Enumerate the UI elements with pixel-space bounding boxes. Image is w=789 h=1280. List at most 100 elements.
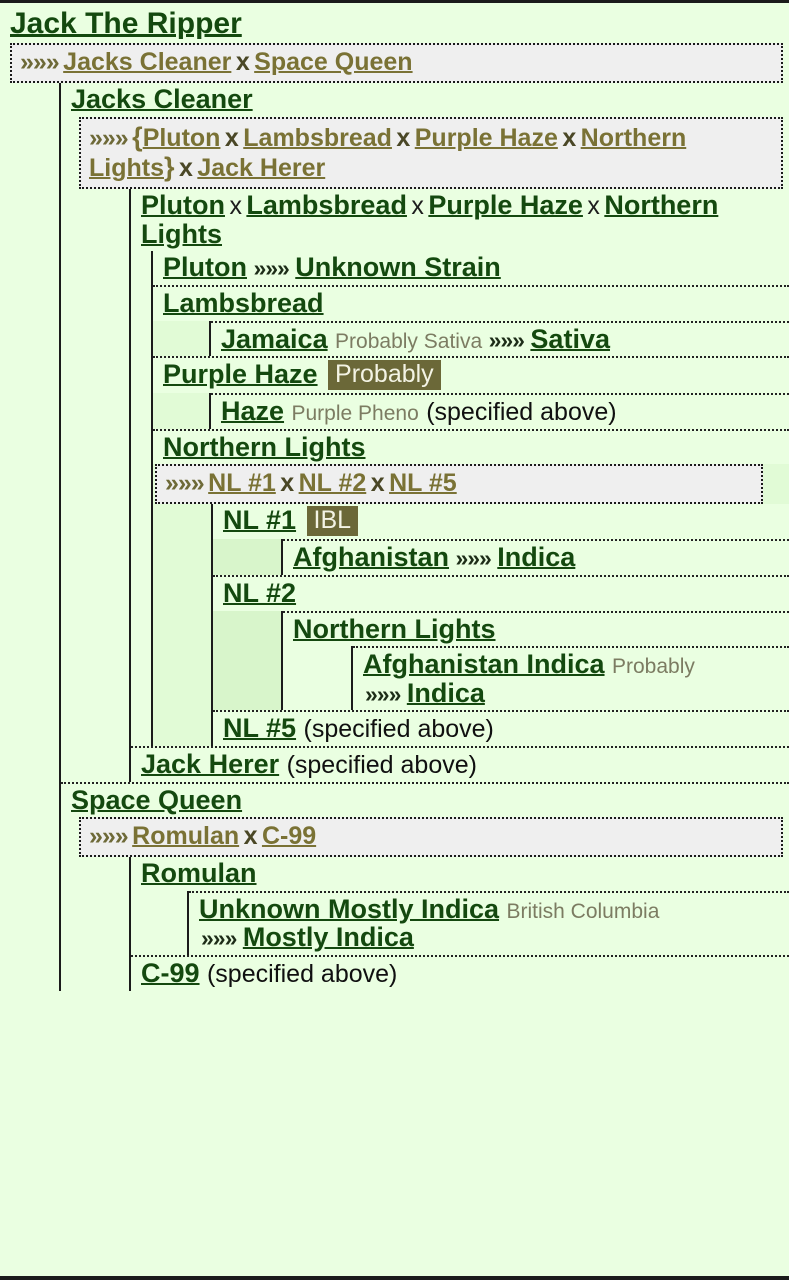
link-pluton-cross[interactable]: Pluton (143, 124, 221, 152)
title-space-queen: Space Queen (61, 781, 789, 818)
link-lambsbread-cross[interactable]: Lambsbread (243, 124, 392, 152)
cross-separator: x (587, 192, 600, 221)
cross-row-root: »»» Jacks Cleaner x Space Queen (10, 43, 783, 83)
node-pluton: Pluton »»» Unknown Strain (153, 251, 789, 285)
link-northern-lights[interactable]: Northern Lights (163, 432, 366, 462)
page-title: Jack The Ripper (0, 7, 789, 43)
title-northern-lights: Northern Lights (153, 428, 789, 465)
link-jamaica[interactable]: Jamaica (221, 324, 328, 354)
link-nl1[interactable]: NL #1 (223, 505, 296, 535)
link-purple-haze[interactable]: Purple Haze (428, 190, 583, 220)
title-lambsbread: Lambsbread (153, 284, 789, 321)
link-afghanistan[interactable]: Afghanistan (293, 542, 449, 572)
arrows-icon: »»» (201, 925, 237, 952)
children-of-space-queen: Romulan Unknown Mostly Indica British Co… (129, 857, 789, 991)
title-unknown-mostly-indica: Unknown Mostly Indica British Columbia »… (189, 890, 789, 956)
arrows-icon: »»» (89, 123, 129, 152)
link-jacks-cleaner-cross[interactable]: Jacks Cleaner (63, 48, 231, 76)
link-purple-haze[interactable]: Purple Haze (163, 359, 318, 389)
arrows-icon: »»» (488, 326, 525, 353)
link-purple-haze-cross[interactable]: Purple Haze (415, 124, 558, 152)
children-of-nl1: Afghanistan »»» Indica (281, 539, 789, 575)
children-of-nl2-northern-lights: Afghanistan Indica Probably »»» Indica (351, 646, 789, 711)
link-romulan-cross[interactable]: Romulan (132, 822, 239, 850)
link-c99[interactable]: C-99 (141, 958, 200, 988)
arrows-icon: »»» (20, 48, 60, 76)
specified-above-note: (specified above) (206, 960, 398, 989)
link-unknown-mostly-indica[interactable]: Unknown Mostly Indica (199, 894, 499, 924)
node-c99: C-99 (specified above) (131, 955, 789, 991)
arrows-icon: »»» (165, 469, 205, 498)
badge-ibl: IBL (306, 506, 359, 537)
link-indica[interactable]: Indica (497, 542, 575, 572)
cross-row-jacks-cleaner: »»» {Pluton x Lambsbread x Purple Haze x… (79, 116, 783, 190)
specified-above-note: (specified above) (286, 751, 477, 779)
cross-separator: x (178, 153, 193, 182)
children-of-romulan: Unknown Mostly Indica British Columbia »… (187, 890, 789, 956)
children-of-nl2: Northern Lights Afghanistan Indica Proba… (281, 610, 789, 711)
brace-open: { (132, 121, 143, 152)
children-of-jacks-cleaner: Pluton x Lambsbread x Purple Haze x Nort… (129, 189, 789, 782)
children-of-northern-lights: NL #1 IBL Afghanistan »»» Indica NL #2 N… (211, 504, 789, 746)
badge-probably: Probably (328, 360, 441, 391)
node-nl5: NL #5 (specified above) (213, 710, 789, 746)
title-nl5: NL #5 (specified above) (213, 710, 789, 746)
link-northern-lights-inner[interactable]: Northern Lights (293, 614, 496, 644)
title-jack-herer: Jack Herer (specified above) (131, 746, 789, 782)
link-nl5-cross[interactable]: NL #5 (389, 469, 457, 497)
title-afghanistan: Afghanistan »»» Indica (283, 539, 789, 575)
specified-above-note: (specified above) (303, 715, 494, 744)
link-nl2[interactable]: NL #2 (223, 578, 296, 608)
arrows-icon: »»» (89, 822, 129, 851)
children-of-purple-haze: Haze Purple Pheno (specified above) (209, 393, 789, 429)
cross-row-northern-lights: »»» NL #1 x NL #2 x NL #5 (155, 464, 763, 505)
link-indica-2[interactable]: Indica (407, 678, 485, 708)
title-nl2: NL #2 (213, 574, 789, 611)
title-c99: C-99 (specified above) (131, 955, 789, 991)
node-purple-haze: Purple Haze Probably Haze Purple Pheno (… (153, 356, 789, 429)
link-lambsbread[interactable]: Lambsbread (246, 190, 407, 220)
link-romulan[interactable]: Romulan (141, 858, 257, 888)
title-purple-haze: Purple Haze Probably (153, 356, 789, 394)
link-jack-the-ripper[interactable]: Jack The Ripper (10, 7, 242, 40)
cross-separator: x (396, 123, 411, 152)
node-nl2: NL #2 Northern Lights Afghanistan Indica… (213, 574, 789, 711)
link-lambsbread[interactable]: Lambsbread (163, 288, 324, 318)
link-afghanistan-indica[interactable]: Afghanistan Indica (363, 649, 605, 679)
link-haze[interactable]: Haze (221, 396, 284, 426)
node-romulan: Romulan Unknown Mostly Indica British Co… (131, 857, 789, 956)
cross-separator: x (370, 469, 385, 498)
link-jack-herer-cross[interactable]: Jack Herer (197, 154, 325, 182)
link-jack-herer[interactable]: Jack Herer (141, 749, 279, 779)
link-nl5[interactable]: NL #5 (223, 713, 296, 743)
title-romulan: Romulan (131, 857, 789, 891)
link-pluton[interactable]: Pluton (163, 252, 247, 282)
title-haze: Haze Purple Pheno (specified above) (211, 393, 789, 429)
arrows-icon: »»» (365, 680, 401, 707)
link-c99-cross[interactable]: C-99 (262, 822, 316, 850)
link-pluton[interactable]: Pluton (141, 190, 225, 220)
title-jacks-cleaner: Jacks Cleaner (61, 83, 789, 117)
cross-row-space-queen: »»» Romulan x C-99 (79, 817, 783, 858)
strain-genealogy-page: Jack The Ripper »»» Jacks Cleaner x Spac… (0, 0, 789, 1280)
link-unknown-strain[interactable]: Unknown Strain (295, 252, 501, 282)
link-sativa[interactable]: Sativa (530, 324, 610, 354)
annotation-unknown-mostly-indica: British Columbia (506, 899, 660, 923)
arrows-icon: »»» (455, 545, 491, 572)
link-mostly-indica[interactable]: Mostly Indica (243, 922, 414, 952)
node-pluton-group: Pluton x Lambsbread x Purple Haze x Nort… (131, 189, 789, 746)
link-nl2-cross[interactable]: NL #2 (299, 469, 367, 497)
cross-separator: x (562, 123, 577, 152)
title-pluton-group: Pluton x Lambsbread x Purple Haze x Nort… (131, 189, 789, 252)
title-nl2-northern-lights: Northern Lights (283, 610, 789, 647)
specified-above-note: (specified above) (426, 398, 617, 427)
node-jack-the-ripper: Jack The Ripper »»» Jacks Cleaner x Spac… (0, 7, 789, 991)
annotation-jamaica: Probably Sativa (335, 329, 483, 353)
children-of-jack-the-ripper: Jacks Cleaner »»» {Pluton x Lambsbread x… (59, 83, 789, 991)
link-nl1-cross[interactable]: NL #1 (208, 469, 276, 497)
link-space-queen[interactable]: Space Queen (71, 785, 242, 815)
link-jacks-cleaner[interactable]: Jacks Cleaner (71, 84, 253, 114)
node-nl1: NL #1 IBL Afghanistan »»» Indica (213, 504, 789, 575)
title-nl1: NL #1 IBL (213, 504, 789, 540)
link-space-queen-cross[interactable]: Space Queen (254, 48, 412, 76)
